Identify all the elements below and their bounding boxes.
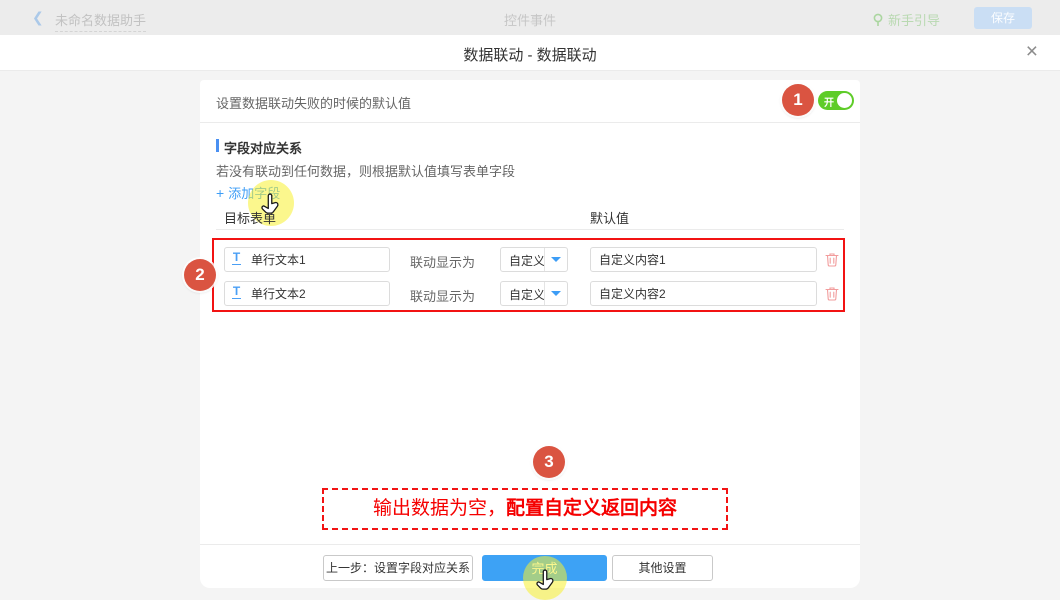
table-header-divider — [216, 229, 844, 230]
select-arrow-box — [544, 282, 567, 305]
field-mapping-row: T 联动显示为 自定义 — [200, 247, 860, 272]
other-settings-button[interactable]: 其他设置 — [612, 555, 713, 581]
chevron-down-icon — [551, 257, 561, 262]
section-divider — [200, 122, 860, 123]
settings-panel: 设置数据联动失败的时候的默认值 开 1 字段对应关系 若没有联动到任何数据，则根… — [200, 80, 860, 588]
top-app-bar: ❮ 未命名数据助手 控件事件 新手引导 保存 — [0, 0, 1060, 36]
field-mapping-description: 若没有联动到任何数据，则根据默认值填写表单字段 — [216, 161, 515, 180]
guide-link[interactable]: 新手引导 — [872, 10, 940, 29]
text-field-icon: T — [232, 285, 241, 299]
dialog-header: 数据联动 - 数据联动 × — [0, 35, 1060, 71]
section-accent-bar — [216, 139, 219, 152]
default-value-setting-label: 设置数据联动失败的时候的默认值 — [216, 93, 411, 112]
default-value-input[interactable] — [590, 281, 817, 306]
trash-icon[interactable] — [825, 286, 839, 301]
select-arrow-box — [544, 248, 567, 271]
mode-select[interactable]: 自定义 — [500, 247, 568, 272]
relation-label: 联动显示为 — [410, 286, 475, 305]
default-value-input[interactable] — [590, 247, 817, 272]
target-field-input[interactable] — [224, 281, 390, 306]
mode-select-value: 自定义 — [509, 286, 545, 303]
chevron-down-icon — [551, 291, 561, 296]
save-button[interactable]: 保存 — [974, 7, 1032, 29]
column-header-target-form: 目标表单 — [224, 208, 276, 227]
field-mapping-section-title: 字段对应关系 — [216, 138, 302, 157]
toggle-on-label: 开 — [824, 94, 834, 109]
plus-icon: + — [216, 185, 224, 201]
dialog-title: 数据联动 - 数据联动 — [0, 44, 1060, 65]
column-header-default-value: 默认值 — [590, 208, 629, 227]
footer-divider — [200, 544, 860, 545]
cursor-hand-icon — [533, 568, 559, 594]
trash-icon[interactable] — [825, 252, 839, 267]
target-field-input[interactable] — [224, 247, 390, 272]
text-field-icon: T — [232, 251, 241, 265]
mode-select[interactable]: 自定义 — [500, 281, 568, 306]
dialog-content: 设置数据联动失败的时候的默认值 开 1 字段对应关系 若没有联动到任何数据，则根… — [0, 71, 1060, 600]
mode-select-value: 自定义 — [509, 252, 545, 269]
annotation-badge-1: 1 — [782, 84, 814, 116]
prev-step-button[interactable]: 上一步：设置字段对应关系 — [323, 555, 473, 581]
relation-label: 联动显示为 — [410, 252, 475, 271]
close-icon[interactable]: × — [1026, 40, 1038, 64]
callout-note: 输出数据为空，配置自定义返回内容 — [322, 488, 728, 530]
toggle-knob — [837, 93, 852, 108]
default-value-toggle[interactable]: 开 — [818, 91, 854, 110]
annotation-badge-3: 3 — [533, 446, 565, 478]
guide-pin-icon — [872, 13, 884, 27]
field-mapping-row: T 联动显示为 自定义 — [200, 281, 860, 306]
guide-label: 新手引导 — [888, 10, 940, 29]
